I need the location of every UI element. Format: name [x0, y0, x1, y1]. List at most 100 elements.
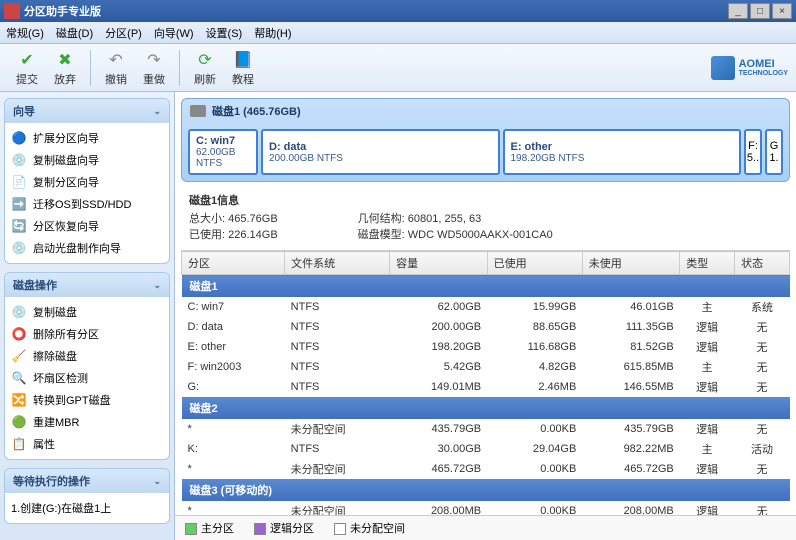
- diskop-panel: 磁盘操作⌄ 💿复制磁盘 ⭕删除所有分区 🧹擦除磁盘 🔍坏扇区检测 🔀转换到GPT…: [4, 272, 170, 460]
- sidebar-item-wipe[interactable]: 🧹擦除磁盘: [7, 345, 167, 367]
- menu-help[interactable]: 帮助(H): [254, 25, 291, 41]
- panel-header[interactable]: 等待执行的操作⌄: [5, 469, 169, 493]
- chevron-icon: ⌄: [153, 476, 161, 487]
- col-free[interactable]: 未使用: [582, 252, 679, 275]
- brand-logo: AOMEITECHNOLOGY: [711, 56, 788, 80]
- panel-header[interactable]: 向导⌄: [5, 99, 169, 123]
- sidebar-item-copypart[interactable]: 📄复制分区向导: [7, 171, 167, 193]
- sidebar-item-gpt[interactable]: 🔀转换到GPT磁盘: [7, 389, 167, 411]
- partition-icon: 📄: [11, 174, 27, 190]
- legend: 主分区 逻辑分区 未分配空间: [175, 515, 796, 540]
- menu-partition[interactable]: 分区(P): [105, 25, 142, 41]
- sidebar-item-migrate[interactable]: ➡️迁移OS到SSD/HDD: [7, 193, 167, 215]
- sidebar-item-bootdisk[interactable]: 💿启动光盘制作向导: [7, 237, 167, 259]
- col-cap[interactable]: 容量: [390, 252, 487, 275]
- partition-g[interactable]: G1.: [765, 129, 783, 175]
- wizard-icon: 🔵: [11, 130, 27, 146]
- app-icon: [4, 3, 20, 19]
- tutorial-button[interactable]: 📘教程: [224, 47, 262, 89]
- undo-icon: ↶: [105, 49, 127, 71]
- disk-title: 磁盘1 (465.76GB): [212, 103, 301, 119]
- col-status[interactable]: 状态: [735, 252, 790, 275]
- sidebar-item-recover[interactable]: 🔄分区恢复向导: [7, 215, 167, 237]
- wizard-panel: 向导⌄ 🔵扩展分区向导 💿复制磁盘向导 📄复制分区向导 ➡️迁移OS到SSD/H…: [4, 98, 170, 264]
- partition-d[interactable]: D: data200.00GB NTFS: [261, 129, 500, 175]
- table-row[interactable]: G:NTFS149.01MB2.46MB146.55MB逻辑无: [182, 377, 790, 397]
- legend-primary: 主分区: [185, 520, 234, 536]
- disk-info: 磁盘1信息 总大小: 465.76GB 几何结构: 60801, 255, 63…: [175, 188, 796, 246]
- maximize-button[interactable]: □: [750, 3, 770, 19]
- recover-icon: 🔄: [11, 218, 27, 234]
- pending-op[interactable]: 1.创建(G:)在磁盘1上: [7, 497, 167, 519]
- table-row[interactable]: E: otherNTFS198.20GB116.68GB81.52GB逻辑无: [182, 337, 790, 357]
- partition-e[interactable]: E: other198.20GB NTFS: [503, 129, 742, 175]
- book-icon: 📘: [232, 49, 254, 71]
- menu-disk[interactable]: 磁盘(D): [56, 25, 93, 41]
- commit-button[interactable]: ✔提交: [8, 47, 46, 89]
- panel-header[interactable]: 磁盘操作⌄: [5, 273, 169, 297]
- disk-icon: 💿: [11, 152, 27, 168]
- disk-header: 磁盘1 (465.76GB) C: win762.00GB NTFS D: da…: [181, 98, 790, 182]
- menu-wizard[interactable]: 向导(W): [154, 25, 194, 41]
- table-row[interactable]: *未分配空间435.79GB0.00KB435.79GB逻辑无: [182, 419, 790, 439]
- legend-logical: 逻辑分区: [254, 520, 314, 536]
- undo-button[interactable]: ↶撤销: [97, 47, 135, 89]
- table-group[interactable]: 磁盘2: [182, 397, 790, 419]
- table-group[interactable]: 磁盘3 (可移动的): [182, 479, 790, 501]
- sidebar-item-delete[interactable]: ⭕删除所有分区: [7, 323, 167, 345]
- col-fs[interactable]: 文件系统: [285, 252, 390, 275]
- props-icon: 📋: [11, 436, 27, 452]
- sidebar-item-copydisk[interactable]: 💿复制磁盘向导: [7, 149, 167, 171]
- sidebar-item-badsector[interactable]: 🔍坏扇区检测: [7, 367, 167, 389]
- col-type[interactable]: 类型: [680, 252, 735, 275]
- menu-general[interactable]: 常规(G): [6, 25, 44, 41]
- chevron-icon: ⌄: [153, 280, 161, 291]
- sidebar: 向导⌄ 🔵扩展分区向导 💿复制磁盘向导 📄复制分区向导 ➡️迁移OS到SSD/H…: [0, 92, 175, 540]
- redo-button[interactable]: ↷重做: [135, 47, 173, 89]
- table-group[interactable]: 磁盘1: [182, 275, 790, 298]
- pending-panel: 等待执行的操作⌄ 1.创建(G:)在磁盘1上: [4, 468, 170, 524]
- table-row[interactable]: F: win2003NTFS5.42GB4.82GB615.85MB主无: [182, 357, 790, 377]
- refresh-button[interactable]: ⟳刷新: [186, 47, 224, 89]
- refresh-icon: ⟳: [194, 49, 216, 71]
- table-row[interactable]: *未分配空间208.00MB0.00KB208.00MB逻辑无: [182, 501, 790, 515]
- table-row[interactable]: K:NTFS30.00GB29.04GB982.22MB主活动: [182, 439, 790, 459]
- sidebar-item-mbr[interactable]: 🟢重建MBR: [7, 411, 167, 433]
- mbr-icon: 🟢: [11, 414, 27, 430]
- cd-icon: 💿: [11, 240, 27, 256]
- sidebar-item-extend[interactable]: 🔵扩展分区向导: [7, 127, 167, 149]
- partition-table[interactable]: 分区 文件系统 容量 已使用 未使用 类型 状态 磁盘1C: win7NTFS6…: [181, 250, 790, 515]
- main-area: 磁盘1 (465.76GB) C: win762.00GB NTFS D: da…: [175, 92, 796, 540]
- convert-icon: 🔀: [11, 392, 27, 408]
- check-icon: ✔: [16, 49, 38, 71]
- chevron-icon: ⌄: [153, 106, 161, 117]
- table-row[interactable]: C: win7NTFS62.00GB15.99GB46.01GB主系统: [182, 297, 790, 317]
- table-row[interactable]: *未分配空间465.72GB0.00KB465.72GB逻辑无: [182, 459, 790, 479]
- table-row[interactable]: D: dataNTFS200.00GB88.65GB111.35GB逻辑无: [182, 317, 790, 337]
- logo-icon: [711, 56, 735, 80]
- sidebar-item-copy[interactable]: 💿复制磁盘: [7, 301, 167, 323]
- col-used[interactable]: 已使用: [487, 252, 582, 275]
- x-icon: ✖: [54, 49, 76, 71]
- redo-icon: ↷: [143, 49, 165, 71]
- delete-icon: ⭕: [11, 326, 27, 342]
- legend-unalloc: 未分配空间: [334, 520, 405, 536]
- partition-f[interactable]: F:5..: [744, 129, 762, 175]
- sidebar-item-props[interactable]: 📋属性: [7, 433, 167, 455]
- migrate-icon: ➡️: [11, 196, 27, 212]
- window-title: 分区助手专业版: [24, 3, 728, 19]
- disk-icon: [190, 105, 206, 117]
- copy-icon: 💿: [11, 304, 27, 320]
- col-partition[interactable]: 分区: [182, 252, 285, 275]
- close-button[interactable]: ×: [772, 3, 792, 19]
- menu-settings[interactable]: 设置(S): [206, 25, 243, 41]
- partition-bar: C: win762.00GB NTFS D: data200.00GB NTFS…: [182, 123, 789, 181]
- minimize-button[interactable]: _: [728, 3, 748, 19]
- menubar: 常规(G) 磁盘(D) 分区(P) 向导(W) 设置(S) 帮助(H): [0, 22, 796, 44]
- check-icon: 🔍: [11, 370, 27, 386]
- partition-c[interactable]: C: win762.00GB NTFS: [188, 129, 258, 175]
- wipe-icon: 🧹: [11, 348, 27, 364]
- toolbar: ✔提交 ✖放弃 ↶撤销 ↷重做 ⟳刷新 📘教程 AOMEITECHNOLOGY: [0, 44, 796, 92]
- discard-button[interactable]: ✖放弃: [46, 47, 84, 89]
- titlebar: 分区助手专业版 _ □ ×: [0, 0, 796, 22]
